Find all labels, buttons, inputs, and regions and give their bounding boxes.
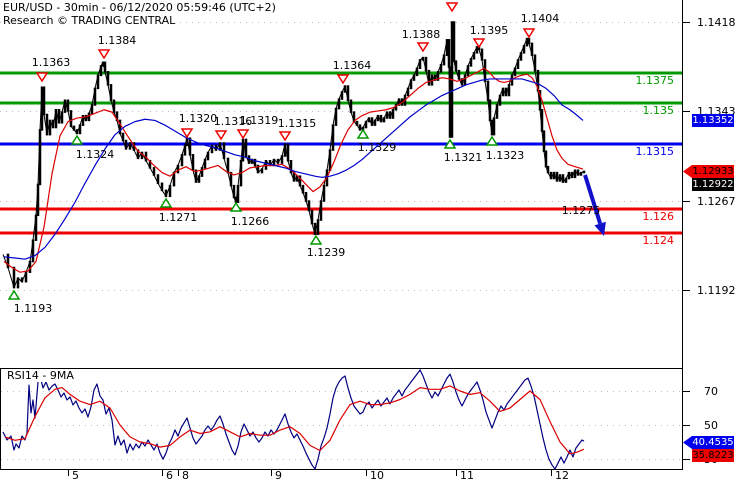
x-axis-date-label-11: 11 xyxy=(460,469,474,480)
chart-title: EUR/USD - 30min - 06/12/2020 05:59:46 (U… xyxy=(3,2,279,14)
swing-label-1.1395: 1.1395 xyxy=(469,24,509,37)
swing-high-triangle-icon xyxy=(472,38,486,49)
swing-high-triangle-icon xyxy=(416,42,430,53)
rsi-indicator-label: RSI14 - 9MA xyxy=(5,369,76,382)
swing-label-1.1193: 1.1193 xyxy=(13,302,53,315)
swing-label-1.1363: 1.1363 xyxy=(31,56,71,69)
swing-high-triangle-icon xyxy=(522,28,536,39)
swing-label-1.1323: 1.1323 xyxy=(485,149,525,162)
price-axis-tick-label: 1.1418 xyxy=(697,15,735,29)
swing-label-1.1275: 1.1275 xyxy=(561,204,601,217)
price-value-box-1.12933: 1.12933 xyxy=(692,165,734,178)
x-axis-date-label-12: 12 xyxy=(555,469,569,480)
swing-label-1.1404: 1.1404 xyxy=(520,12,560,25)
swing-label-1.1384: 1.1384 xyxy=(97,34,137,47)
rsi-value-box-40.4535-pointer-icon xyxy=(683,436,692,449)
price-value-box-1.13352: 1.13352 xyxy=(692,114,734,127)
x-axis-date-label-9: 9 xyxy=(275,469,282,480)
swing-label-1.1266: 1.1266 xyxy=(230,215,270,228)
price-axis-tick-label: 1.1267 xyxy=(697,194,735,208)
swing-label-1.1319: 1.1319 xyxy=(239,114,279,127)
x-axis-date-label-6: 6 xyxy=(166,469,173,480)
swing-low-triangle-icon xyxy=(309,234,323,245)
rsi-axis-tick-label: 50 xyxy=(704,418,718,432)
swing-label-1.1324: 1.1324 xyxy=(75,148,115,161)
swing-label-1.1388: 1.1388 xyxy=(401,28,441,41)
swing-high-triangle-icon xyxy=(336,74,350,85)
rsi-value-box-35.8223: 35.8223 xyxy=(692,449,734,462)
swing-high-triangle-icon xyxy=(445,2,459,13)
swing-low-triangle-icon xyxy=(229,201,243,212)
swing-label-1.1271: 1.1271 xyxy=(158,211,198,224)
swing-label-1.1239: 1.1239 xyxy=(306,246,346,259)
x-axis-date-label-10: 10 xyxy=(370,469,384,480)
swing-low-triangle-icon xyxy=(485,135,499,146)
price-value-box-1.12933-pointer-icon xyxy=(683,165,692,178)
swing-label-1.1364: 1.1364 xyxy=(332,59,372,72)
x-axis-date-label-8: 8 xyxy=(182,469,189,480)
swing-high-triangle-icon xyxy=(97,49,111,60)
x-axis-date-label-5: 5 xyxy=(72,469,79,480)
swing-low-triangle-icon xyxy=(70,134,84,145)
level-label-1.1375: 1.1375 xyxy=(635,74,675,87)
swing-high-triangle-icon xyxy=(35,72,49,83)
swing-label-1.1321: 1.1321 xyxy=(443,151,483,164)
research-credit: Research © TRADING CENTRAL xyxy=(3,15,179,27)
level-label-1.1315: 1.1315 xyxy=(635,145,675,158)
swing-label-1.1329: 1.1329 xyxy=(357,141,397,154)
price-axis-tick-label: 1.1192 xyxy=(697,283,735,297)
price-value-box-1.12922: 1.12922 xyxy=(692,178,734,191)
level-label-1.135: 1.135 xyxy=(642,104,675,117)
swing-low-triangle-icon xyxy=(7,289,21,300)
rsi-line xyxy=(2,369,585,470)
swing-low-triangle-icon xyxy=(356,128,370,139)
ma-fast-red-line xyxy=(3,67,584,273)
swing-high-triangle-icon xyxy=(278,131,292,142)
level-label-1.126: 1.126 xyxy=(642,210,675,223)
swing-label-1.1320: 1.1320 xyxy=(178,112,218,125)
swing-label-1.1315: 1.1315 xyxy=(277,117,317,130)
rsi-axis-tick-label: 70 xyxy=(704,384,718,398)
level-label-1.124: 1.124 xyxy=(642,234,675,247)
rsi-ma-line xyxy=(4,385,585,455)
rsi-value-box-40.4535: 40.4535 xyxy=(692,436,734,449)
trading-chart-window: EUR/USD - 30min - 06/12/2020 05:59:46 (U… xyxy=(0,0,735,480)
swing-high-triangle-icon xyxy=(214,130,228,141)
swing-high-triangle-icon xyxy=(236,129,250,140)
swing-low-triangle-icon xyxy=(159,197,173,208)
